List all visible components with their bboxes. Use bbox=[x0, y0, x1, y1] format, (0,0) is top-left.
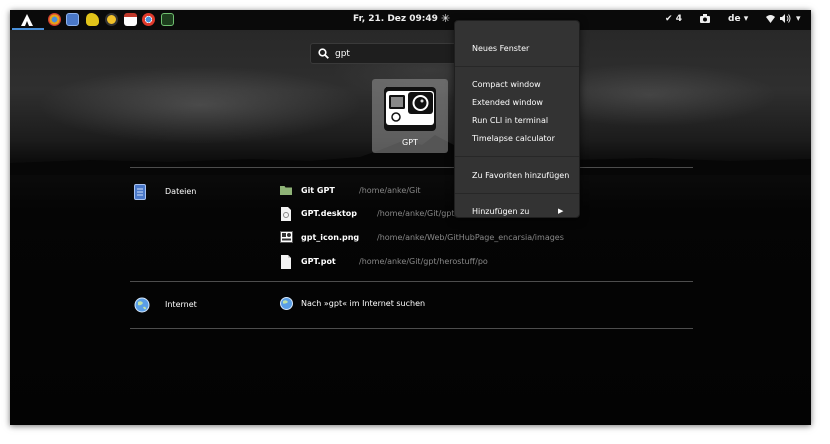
desktop-file-icon bbox=[281, 207, 291, 221]
clock[interactable]: Fr, 21. Dez 09:49 bbox=[353, 14, 438, 24]
category-files[interactable]: Dateien bbox=[134, 184, 196, 202]
app-result-gpt[interactable]: GPT bbox=[372, 79, 448, 153]
menu-item-add-to-favorites[interactable]: Zu Favoriten hinzufügen bbox=[472, 171, 569, 180]
text-file-icon bbox=[281, 255, 291, 269]
web-search-label: Nach »gpt« im Internet suchen bbox=[301, 299, 426, 308]
language-selector[interactable]: de ▾ bbox=[728, 14, 748, 24]
category-files-label: Dateien bbox=[165, 187, 197, 196]
submenu-arrow-icon: ▶ bbox=[558, 207, 564, 215]
bee-app-icon[interactable] bbox=[105, 13, 118, 26]
folder-icon bbox=[280, 186, 292, 195]
menu-separator bbox=[455, 156, 579, 157]
menu-item-add-to-label: Hinzufügen zu bbox=[472, 207, 530, 216]
results-divider-top bbox=[130, 167, 693, 168]
category-internet[interactable]: Internet bbox=[134, 297, 197, 315]
system-menu-chevron-down-icon[interactable]: ▾ bbox=[796, 14, 801, 24]
search-field[interactable] bbox=[310, 43, 478, 64]
menu-separator bbox=[455, 193, 579, 194]
duck-app-icon[interactable] bbox=[86, 13, 99, 26]
web-browser-icon bbox=[134, 297, 150, 313]
gpt-camera-app-icon bbox=[384, 87, 436, 131]
app-result-label: GPT bbox=[402, 138, 418, 147]
files-app-icon[interactable] bbox=[66, 13, 79, 26]
results-divider-middle bbox=[130, 281, 693, 282]
menu-separator bbox=[455, 66, 579, 67]
menu-item-compact-window[interactable]: Compact window bbox=[472, 80, 541, 89]
file-result-path: /home/anke/Git/gpt/herostuff/po bbox=[359, 257, 488, 266]
wifi-icon[interactable] bbox=[766, 14, 775, 26]
file-result-name: GPT.pot bbox=[301, 257, 336, 266]
file-result-name: gpt_icon.png bbox=[301, 233, 360, 242]
system-monitor-icon[interactable] bbox=[161, 13, 174, 26]
language-label: de bbox=[728, 14, 741, 24]
network-count-value: 4 bbox=[675, 14, 682, 24]
network-count[interactable]: ✔ 4 bbox=[665, 14, 682, 24]
weather-icon[interactable]: ✳ bbox=[441, 12, 450, 25]
menu-item-add-to[interactable]: Hinzufügen zu ▶ bbox=[472, 207, 564, 216]
app-context-menu: Neues Fenster Compact window Extended wi… bbox=[454, 20, 580, 218]
launcher-logo-icon bbox=[21, 14, 33, 26]
category-internet-label: Internet bbox=[165, 300, 197, 309]
camera-icon[interactable] bbox=[700, 14, 710, 26]
desktop-screen: Fr, 21. Dez 09:49 ✳ ✔ 4 de ▾ ▾ gpt GPT D… bbox=[10, 10, 811, 425]
activities-launcher[interactable] bbox=[12, 10, 44, 30]
menu-item-run-cli[interactable]: Run CLI in terminal bbox=[472, 116, 548, 125]
results-divider-bottom bbox=[130, 328, 693, 329]
launcher-underline bbox=[12, 28, 44, 30]
menu-item-extended-window[interactable]: Extended window bbox=[472, 98, 543, 107]
globe-icon bbox=[280, 297, 293, 310]
files-category-icon bbox=[134, 184, 146, 200]
calendar-app-icon[interactable] bbox=[124, 13, 137, 26]
chrome-icon[interactable] bbox=[142, 13, 155, 26]
volume-icon[interactable] bbox=[780, 14, 791, 26]
image-file-icon bbox=[280, 231, 293, 243]
search-icon bbox=[318, 48, 329, 59]
chevron-down-icon: ▾ bbox=[743, 14, 749, 24]
file-result-name: GPT.desktop bbox=[301, 209, 357, 218]
file-result-path: /home/anke/Web/GitHubPage_encarsia/image… bbox=[377, 233, 564, 242]
menu-item-timelapse-calculator[interactable]: Timelapse calculator bbox=[472, 134, 555, 143]
menu-item-new-window[interactable]: Neues Fenster bbox=[472, 44, 529, 53]
top-bar: Fr, 21. Dez 09:49 ✳ ✔ 4 de ▾ ▾ bbox=[10, 10, 811, 30]
chromium-icon[interactable] bbox=[48, 13, 61, 26]
file-result-path: /home/anke/Git bbox=[359, 186, 421, 195]
file-result-name: Git GPT bbox=[301, 186, 335, 195]
search-input[interactable] bbox=[335, 47, 465, 61]
